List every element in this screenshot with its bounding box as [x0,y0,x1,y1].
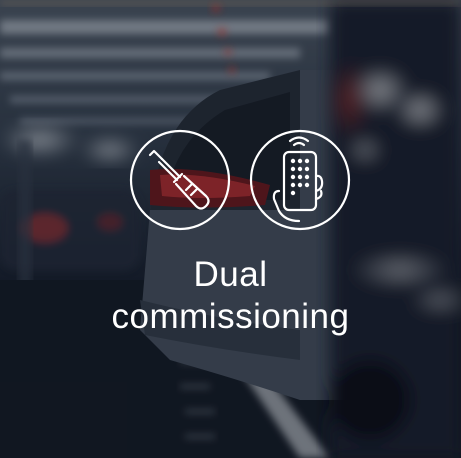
card-title-line1: Dual [193,255,268,294]
dual-commissioning-card[interactable]: Dual commissioning [0,0,461,458]
card-title-line2: commissioning [111,297,350,336]
card-title: Dual commissioning [0,254,461,338]
screwdriver-icon [129,129,231,231]
icon-row [129,129,351,233]
remote-control-icon [249,129,351,231]
